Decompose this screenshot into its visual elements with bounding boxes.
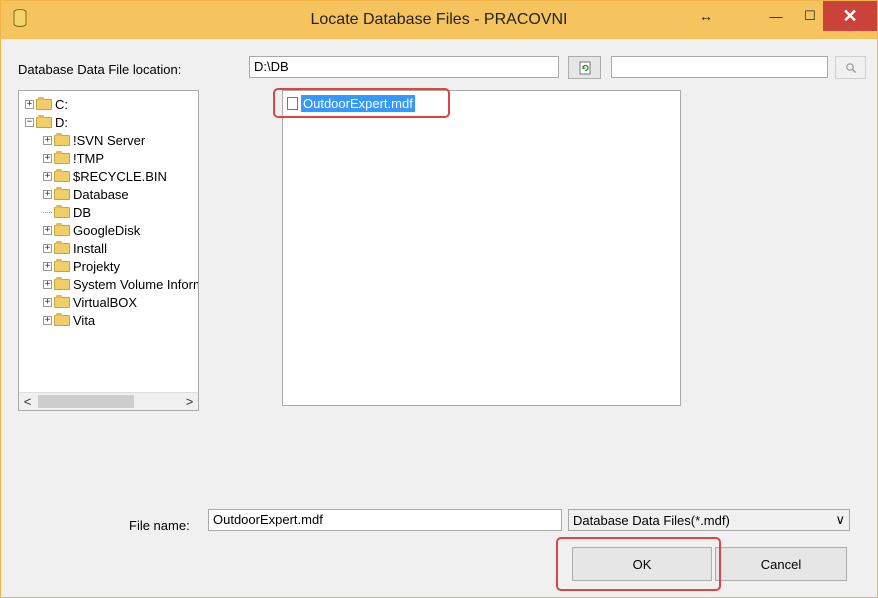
tree-node-label: !TMP xyxy=(73,150,105,166)
cancel-button[interactable]: Cancel xyxy=(715,547,847,581)
highlight-box-ok xyxy=(556,537,721,591)
refresh-icon xyxy=(579,61,590,74)
tree-node[interactable]: + Database xyxy=(43,185,129,203)
expand-icon[interactable]: + xyxy=(43,297,52,307)
horizontal-scrollbar[interactable]: < > xyxy=(19,392,198,410)
chevron-down-icon: ∨ xyxy=(835,512,845,527)
tree-node-label: GoogleDisk xyxy=(73,222,141,238)
scroll-right-arrow[interactable]: > xyxy=(181,393,198,410)
file-name-input[interactable]: OutdoorExpert.mdf xyxy=(208,509,562,531)
tree-node[interactable]: + !SVN Server xyxy=(43,131,145,149)
tree-node-label: System Volume Information xyxy=(73,276,198,292)
tree-node-label: Vita xyxy=(73,312,96,328)
expand-icon[interactable]: + xyxy=(43,315,52,325)
folder-icon xyxy=(36,96,52,110)
tree-node[interactable]: + GoogleDisk xyxy=(43,221,140,239)
collapse-icon[interactable]: − xyxy=(25,117,34,127)
folder-icon xyxy=(54,204,70,218)
refresh-button[interactable] xyxy=(568,56,601,79)
scroll-left-arrow[interactable]: < xyxy=(19,393,36,410)
tree-node-label: !SVN Server xyxy=(73,132,146,148)
expand-icon[interactable]: + xyxy=(43,189,52,199)
tree-node[interactable]: + !TMP xyxy=(43,149,104,167)
tree-node[interactable]: + System Volume Information xyxy=(43,275,198,293)
expand-icon[interactable]: + xyxy=(43,243,52,253)
location-label: Database Data File location: xyxy=(18,62,182,77)
expand-icon[interactable]: + xyxy=(43,135,52,145)
tree-node-label: Database xyxy=(73,186,129,202)
tree-node[interactable]: + VirtualBOX xyxy=(43,293,137,311)
folder-icon xyxy=(54,168,70,182)
folder-icon xyxy=(54,258,70,272)
search-button[interactable] xyxy=(835,56,866,79)
folder-icon xyxy=(36,114,52,128)
folder-icon xyxy=(54,186,70,200)
tree-node-label: Projekty xyxy=(73,258,120,274)
tree-node-label: C: xyxy=(55,96,68,112)
scroll-thumb[interactable] xyxy=(38,395,134,408)
folder-icon xyxy=(54,132,70,146)
file-name-label: File name: xyxy=(129,518,190,533)
expand-icon[interactable]: + xyxy=(43,225,52,235)
tree-node-label: VirtualBOX xyxy=(73,294,138,310)
window-title: Locate Database Files - PRACOVNI xyxy=(310,11,568,28)
expand-icon[interactable]: + xyxy=(43,153,52,163)
folder-icon xyxy=(54,276,70,290)
tree-node-label: DB xyxy=(73,204,92,220)
folder-icon xyxy=(54,150,70,164)
resize-icon[interactable]: ↔ xyxy=(691,1,721,31)
close-button[interactable]: ✕ xyxy=(823,1,877,31)
title-bar[interactable]: Locate Database Files - PRACOVNI ↔ — ☐ ✕ xyxy=(1,1,877,39)
tree-node[interactable]: + Projekty xyxy=(43,257,120,275)
folder-icon xyxy=(54,222,70,236)
file-type-select[interactable]: Database Data Files(*.mdf) ∨ xyxy=(568,509,850,531)
file-list[interactable]: OutdoorExpert.mdf xyxy=(282,90,681,406)
tree-node-label: Install xyxy=(73,240,107,256)
folder-icon xyxy=(54,312,70,326)
search-field[interactable] xyxy=(611,56,828,78)
file-type-value: Database Data Files(*.mdf) xyxy=(573,512,730,528)
tree-node[interactable]: + Vita xyxy=(43,311,95,329)
locate-database-files-dialog: Locate Database Files - PRACOVNI ↔ — ☐ ✕… xyxy=(0,0,878,598)
tree-node-label: D: xyxy=(55,114,68,130)
expand-icon[interactable]: + xyxy=(43,261,52,271)
search-icon xyxy=(845,62,856,73)
tree-node[interactable]: − D: xyxy=(25,113,68,131)
location-field[interactable]: D:\DB xyxy=(249,56,559,78)
expand-icon[interactable]: + xyxy=(43,171,52,181)
tree-node[interactable]: DB xyxy=(43,203,91,221)
tree-connector xyxy=(43,204,52,213)
tree-node[interactable]: + Install xyxy=(43,239,107,257)
tree-node[interactable]: + C: xyxy=(25,95,68,113)
tree-node-label: $RECYCLE.BIN xyxy=(73,168,167,184)
expand-icon[interactable]: + xyxy=(43,279,52,289)
tree-node[interactable]: + $RECYCLE.BIN xyxy=(43,167,167,185)
highlight-box-file xyxy=(273,88,450,118)
expand-icon[interactable]: + xyxy=(25,99,34,109)
folder-icon xyxy=(54,240,70,254)
folder-icon xyxy=(54,294,70,308)
folder-tree[interactable]: < > + C: − D: + !SVN Server + !TMP + $RECYCLE.BIN… xyxy=(18,90,199,411)
